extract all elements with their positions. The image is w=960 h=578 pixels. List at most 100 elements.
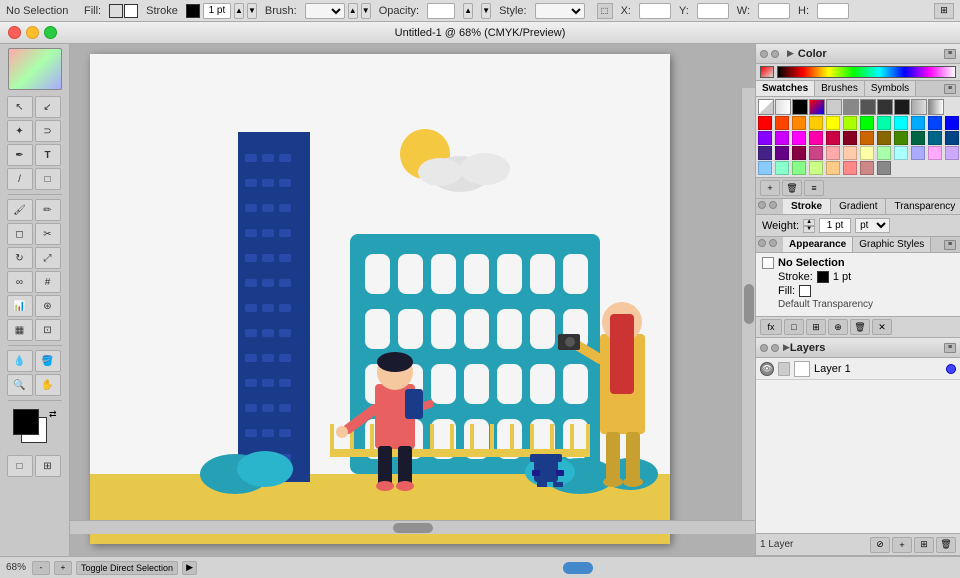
white-swatch[interactable] [775,99,791,115]
swatch-2[interactable] [792,116,806,130]
opacity-up-btn[interactable]: ▲ [463,3,473,19]
selection-tool[interactable]: ↖ [7,96,33,118]
stroke-down-btn[interactable]: ▼ [247,3,257,19]
magic-wand-tool[interactable]: ✦ [7,120,33,142]
lasso-tool[interactable]: ⊃ [35,120,61,142]
swatches-menu-btn[interactable]: ≡ [944,84,956,94]
swatch-28[interactable] [826,146,840,160]
view-indicator[interactable] [563,562,593,574]
swatch-7[interactable] [877,116,891,130]
dark-swatch[interactable] [860,99,876,115]
swatch-0[interactable] [758,116,772,130]
fill-stroke-indicator[interactable] [109,4,138,18]
paint-bucket-tool[interactable]: 🪣 [35,350,61,372]
pen-tool[interactable]: ✒ [7,144,33,166]
stroke-color-box[interactable] [109,4,123,18]
stroke-panel-min[interactable] [769,201,777,209]
color-panel-menu-btn[interactable]: ≡ [944,49,956,59]
h-input[interactable]: 0 mm [817,3,849,19]
brush-select[interactable] [305,3,345,19]
normal-screen-btn[interactable]: □ [7,455,33,477]
swatch-10[interactable] [928,116,942,130]
weight-unit-select[interactable]: pt px mm [855,218,890,233]
add-fill-btn[interactable]: □ [784,319,804,335]
swatch-30[interactable] [860,146,874,160]
gray50-swatch[interactable] [826,99,842,115]
swatch-43[interactable] [877,161,891,175]
type-tool[interactable]: T [35,144,61,166]
new-swatch-btn[interactable]: + [760,180,780,196]
layers-panel-close[interactable] [760,344,768,352]
minimize-button[interactable] [26,26,39,39]
color-indicator[interactable] [760,66,774,78]
swatches-tab[interactable]: Swatches [756,81,815,96]
swatch-21[interactable] [911,131,925,145]
w-input[interactable]: 0 mm [758,3,790,19]
swatch-24[interactable] [758,146,772,160]
eraser-tool[interactable]: ◻ [7,223,33,245]
swatch-22[interactable] [928,131,942,145]
swatch-17[interactable] [843,131,857,145]
brushes-tab[interactable]: Brushes [815,81,865,96]
appearance-panel-close[interactable] [758,239,766,247]
slice-tool[interactable]: ⊡ [35,319,61,341]
swatch-27[interactable] [809,146,823,160]
near-black-swatch[interactable] [894,99,910,115]
swatch-16[interactable] [826,131,840,145]
scale-tool[interactable]: ⤢ [35,247,61,269]
swatch-9[interactable] [911,116,925,130]
swatch-29[interactable] [843,146,857,160]
swatch-12[interactable] [758,131,772,145]
zoom-out-btn[interactable]: - [32,561,50,575]
opacity-down-btn[interactable]: ▼ [481,3,491,19]
horizontal-scrollbar[interactable] [70,520,755,534]
swatch-34[interactable] [928,146,942,160]
swatch-39[interactable] [809,161,823,175]
stroke-weight-input[interactable] [203,3,231,19]
color-panel-close[interactable] [760,50,768,58]
layers-menu-btn[interactable]: ≡ [944,343,956,353]
swatch-26[interactable] [792,146,806,160]
line-tool[interactable]: / [7,168,33,190]
add-effect-btn[interactable]: fx [760,319,782,335]
appearance-tab[interactable]: Appearance [783,237,853,252]
appearance-menu-btn[interactable]: ≡ [944,240,956,250]
color-panel-min[interactable] [771,50,779,58]
eyedropper-tool[interactable]: 💧 [7,350,33,372]
swatch-40[interactable] [826,161,840,175]
duplicate-item-btn[interactable]: ⊕ [828,319,848,335]
shape-tool[interactable]: □ [35,168,61,190]
maximize-button[interactable] [44,26,57,39]
swap-colors-btn[interactable]: ⇄ [49,409,57,420]
gradient-swatch-2[interactable] [928,99,944,115]
black-swatch[interactable] [792,99,808,115]
darker-swatch[interactable] [877,99,893,115]
swatch-15[interactable] [809,131,823,145]
none-swatch[interactable] [758,99,774,115]
zoom-in-btn[interactable]: + [54,561,72,575]
scissors-tool[interactable]: ✂ [35,223,61,245]
zoom-tool[interactable]: 🔍 [7,374,33,396]
fill-prop-swatch[interactable] [799,285,811,297]
swatch-20[interactable] [894,131,908,145]
swatch-41[interactable] [843,161,857,175]
fill-color-box[interactable] [124,4,138,18]
vertical-scrollbar-thumb[interactable] [744,284,754,324]
gradient-swatch-1[interactable] [911,99,927,115]
y-input[interactable]: 0 mm [697,3,729,19]
graph-tool[interactable]: 📊 [7,295,33,317]
opacity-input[interactable]: 100 [427,3,455,19]
layers-panel-min[interactable] [771,344,779,352]
transparency-tab[interactable]: Transparency [886,199,960,214]
transform-icon[interactable]: ⬚ [597,3,613,19]
swatch-5[interactable] [843,116,857,130]
vertical-scrollbar[interactable] [741,88,755,520]
weight-up-btn[interactable]: ▲ [803,219,815,226]
toggle-arrow-btn[interactable]: ▶ [182,561,197,575]
swatch-33[interactable] [911,146,925,160]
new-layer-btn[interactable]: + [892,537,912,553]
stroke-panel-close[interactable] [758,201,766,209]
blend-tool[interactable]: ∞ [7,271,33,293]
layer-1-visibility[interactable]: 👁 [760,362,774,376]
stroke-prop-swatch[interactable] [817,271,829,283]
